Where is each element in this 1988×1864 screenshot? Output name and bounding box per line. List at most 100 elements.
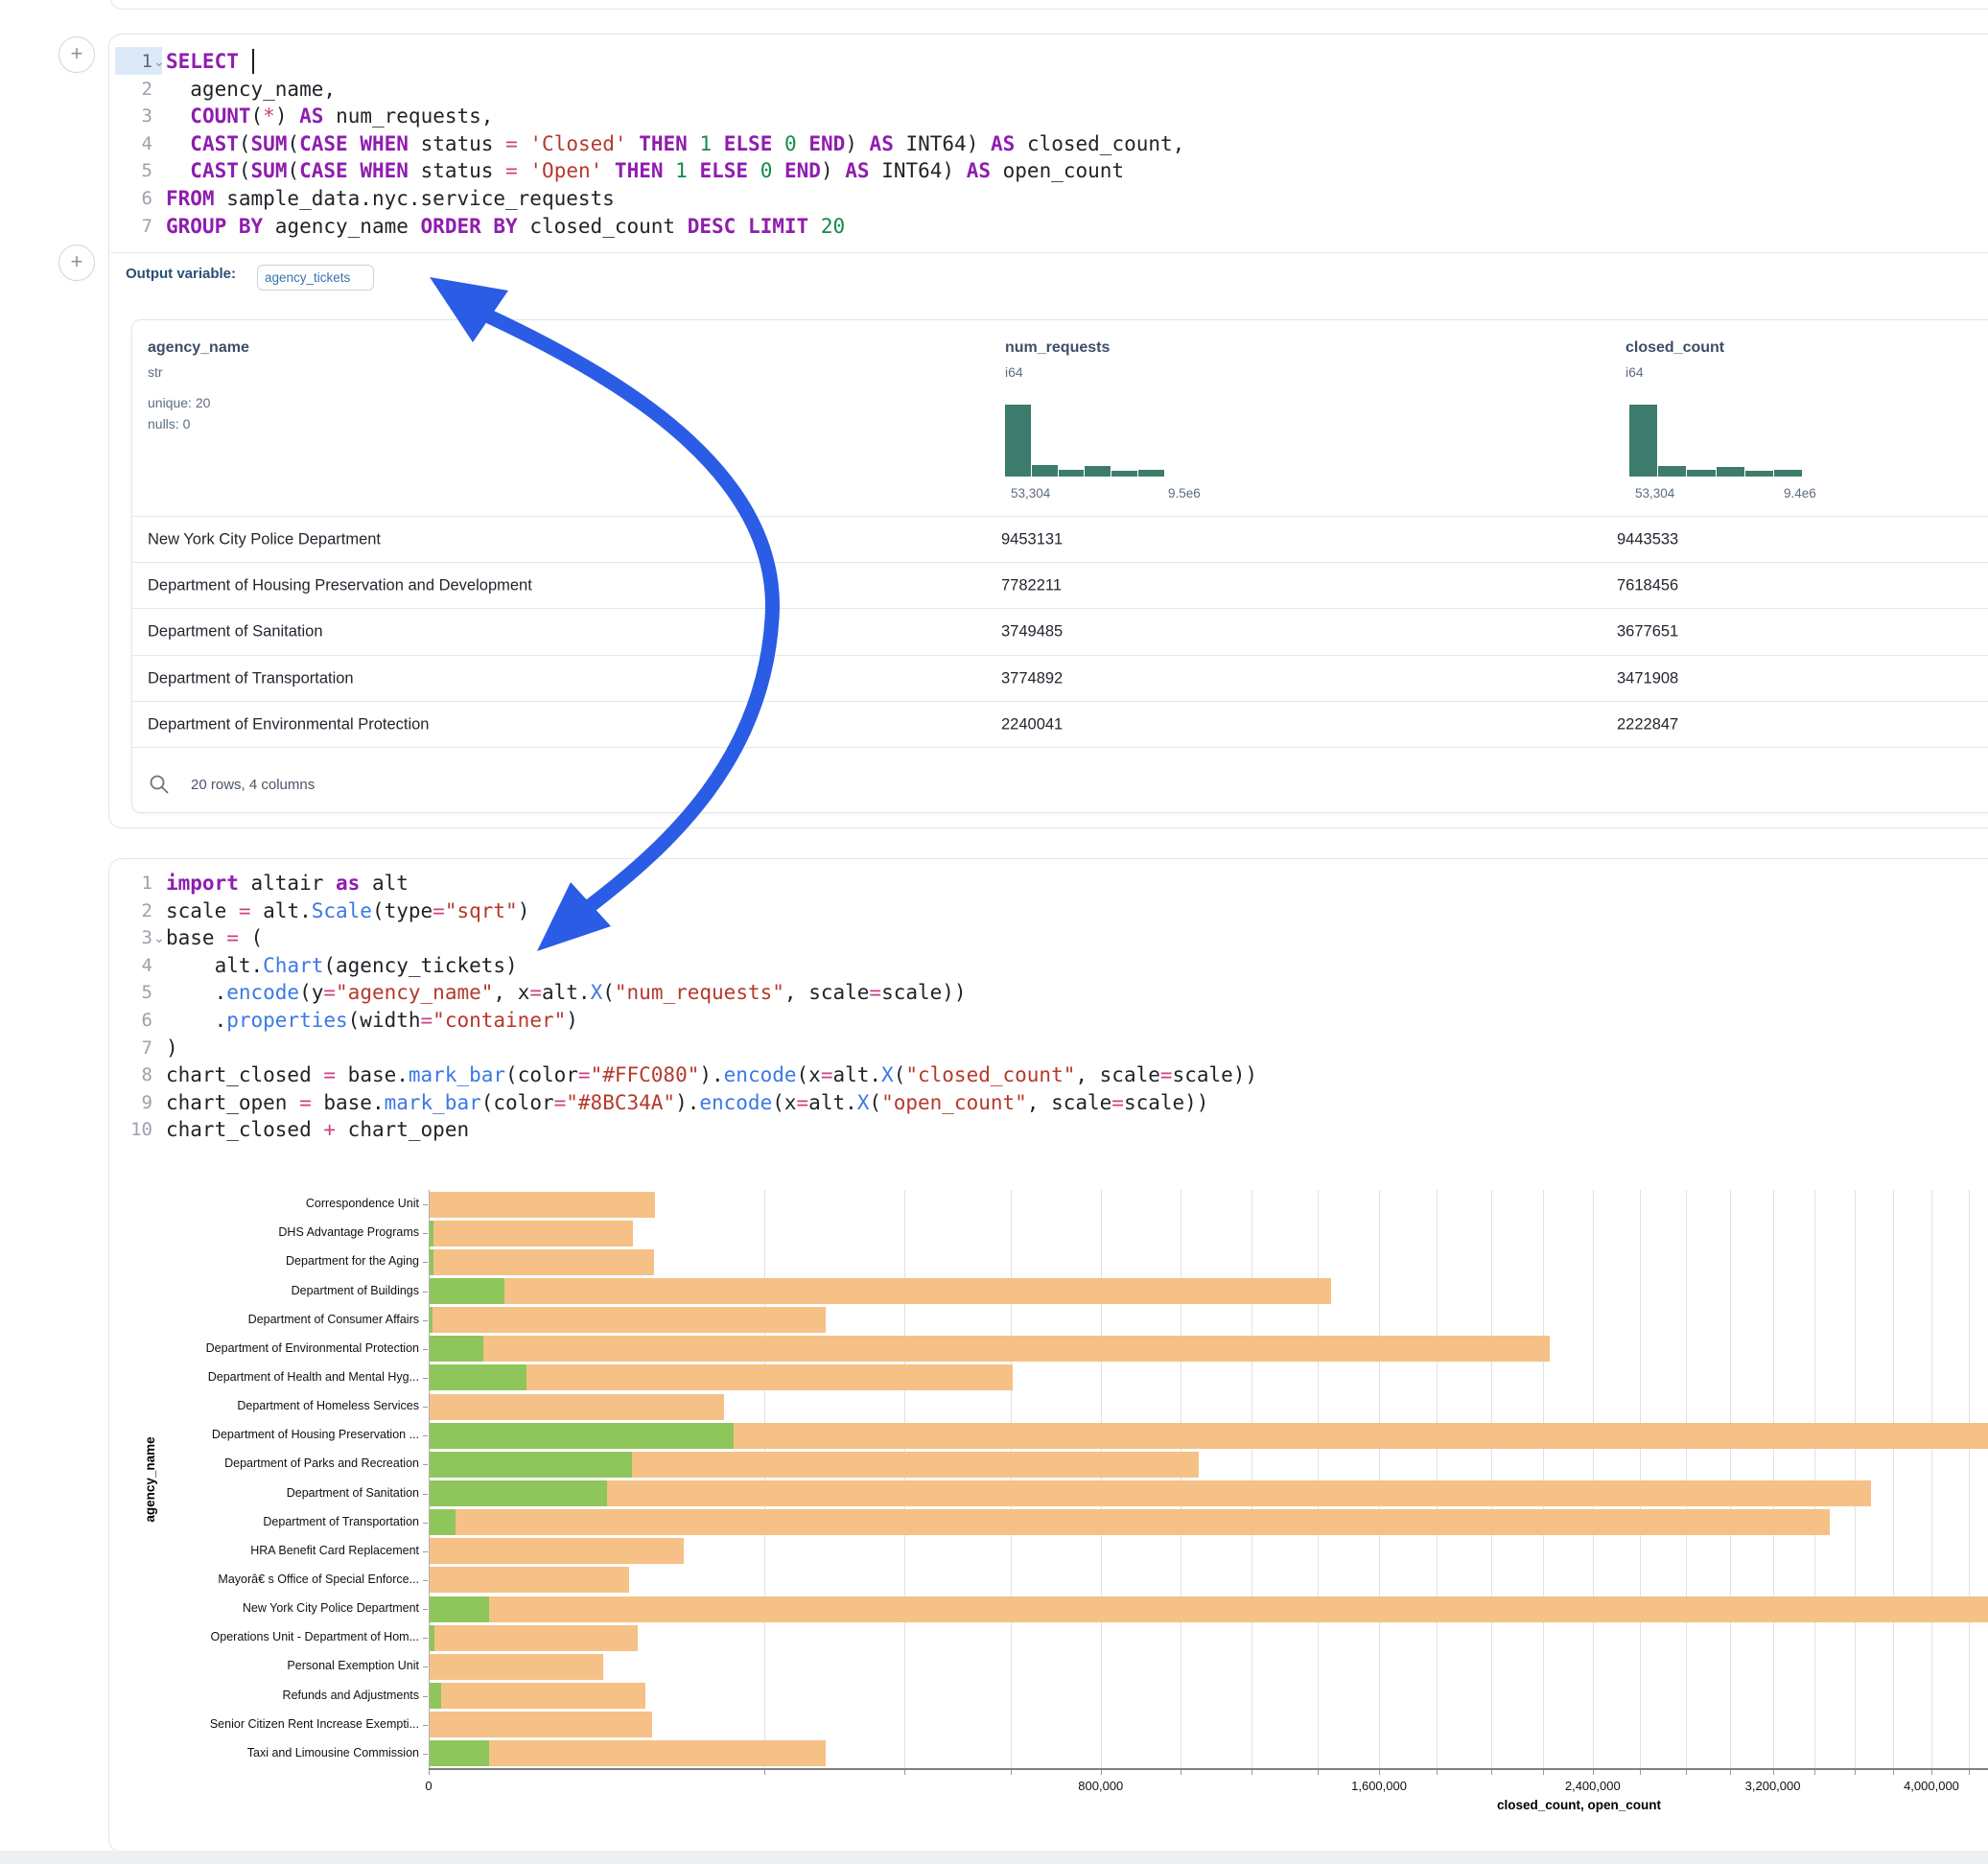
line-number: 4 [108, 952, 152, 979]
x-axis-tick [1969, 1770, 1970, 1775]
code-fold-chevron-icon[interactable]: ⌄ [153, 48, 165, 75]
search-icon[interactable] [148, 773, 171, 796]
code-line[interactable]: chart_closed = base.mark_bar(color="#FFC… [166, 1061, 1257, 1088]
line-number: 6 [108, 1007, 152, 1034]
histogram-bar [1111, 471, 1137, 477]
code-line[interactable]: CAST(SUM(CASE WHEN status = 'Open' THEN … [166, 157, 1124, 184]
table-row[interactable]: New York City Police Department945313194… [132, 516, 1988, 563]
y-axis-tick [423, 1725, 428, 1726]
x-axis-tick [1318, 1770, 1319, 1775]
sql-cell: 1⌄SELECT 2 agency_name,3 COUNT(*) AS num… [108, 34, 1988, 828]
line-number: 2 [108, 76, 152, 103]
cell-divider [110, 252, 1988, 253]
bar-open [430, 1364, 526, 1390]
code-line[interactable]: alt.Chart(agency_tickets) [166, 952, 518, 979]
bar-closed [430, 1538, 684, 1564]
table-row[interactable]: Department of Transportation 3774892 34719… [132, 655, 1988, 702]
column-type-closed-count: i64 [1625, 364, 1644, 380]
code-line[interactable]: base = ( [166, 924, 263, 951]
x-axis-line [429, 1768, 1988, 1770]
code-line[interactable]: scale = alt.Scale(type="sqrt") [166, 897, 529, 924]
code-line[interactable]: chart_open = base.mark_bar(color="#8BC34… [166, 1089, 1208, 1116]
bar-closed [430, 1336, 1550, 1362]
y-axis-label: Department of Transportation [122, 1515, 419, 1528]
code-line[interactable]: import altair as alt [166, 870, 409, 897]
histogram-bar [1745, 471, 1773, 477]
line-number: 2 [108, 897, 152, 924]
table-body: New York City Police Department945313194… [132, 516, 1988, 747]
gridline [1893, 1190, 1894, 1768]
code-line[interactable]: FROM sample_data.nyc.service_requests [166, 185, 615, 212]
gridline [1730, 1190, 1731, 1768]
line-number: 1 [108, 48, 152, 75]
num-requests-cell: 3774892 [1001, 669, 1063, 687]
line-number: 6 [108, 185, 152, 212]
gridline [1969, 1190, 1970, 1768]
y-axis-label: Department of Sanitation [122, 1486, 419, 1500]
code-line[interactable]: COUNT(*) AS num_requests, [166, 103, 493, 129]
code-line[interactable]: agency_name, [166, 76, 336, 103]
x-axis-tick [1773, 1770, 1774, 1775]
code-line[interactable]: CAST(SUM(CASE WHEN status = 'Closed' THE… [166, 130, 1184, 157]
gridline [1101, 1190, 1102, 1768]
bar-closed [430, 1394, 724, 1420]
python-code-editor[interactable]: 1 import altair as alt 2 scale = alt.Scale(… [109, 859, 1988, 1147]
y-axis-label: Correspondence Unit [122, 1197, 419, 1210]
code-line[interactable]: SELECT [166, 48, 251, 75]
agency-name-cell: Department of Transportation [148, 669, 354, 687]
y-axis-tick [423, 1666, 428, 1667]
sql-code-editor[interactable]: 1⌄SELECT 2 agency_name,3 COUNT(*) AS num… [109, 35, 1988, 252]
x-axis-tick [1931, 1770, 1932, 1775]
bar-closed [430, 1596, 1988, 1622]
agency-name-cell: New York City Police Department [148, 531, 381, 549]
histogram-bar [1658, 466, 1686, 477]
bar-closed [430, 1740, 826, 1766]
code-line[interactable]: .encode(y="agency_name", x=alt.X("num_re… [166, 979, 967, 1006]
code-line[interactable]: GROUP BY agency_name ORDER BY closed_cou… [166, 213, 845, 240]
gridline [1251, 1190, 1252, 1768]
code-line[interactable]: chart_closed + chart_open [166, 1116, 469, 1143]
code-line[interactable]: ) [166, 1035, 178, 1061]
bar-open [430, 1423, 734, 1449]
y-axis-tick [423, 1580, 428, 1581]
x-axis-tick-label: 1,600,000 [1351, 1779, 1407, 1793]
gridline [1437, 1190, 1438, 1768]
line-number: 5 [108, 157, 152, 184]
x-axis-title: closed_count, open_count [1497, 1798, 1661, 1812]
histogram-min-num-requests: 53,304 [1011, 486, 1050, 501]
table-row[interactable]: Department of Environmental Protection22… [132, 701, 1988, 748]
histogram-bar [1687, 470, 1715, 477]
y-axis-label: Refunds and Adjustments [122, 1689, 419, 1702]
y-axis-title: agency_name [143, 1436, 157, 1522]
bar-open [430, 1625, 434, 1651]
output-variable-tag[interactable]: agency_tickets [257, 265, 374, 291]
bar-closed [430, 1712, 652, 1737]
bar-open [430, 1307, 433, 1333]
gridline [1855, 1190, 1856, 1768]
gridline [1011, 1190, 1012, 1768]
x-axis-tick-label: 4,000,000 [1904, 1779, 1959, 1793]
add-cell-button-middle[interactable]: + [58, 245, 95, 281]
num-requests-cell: 2240041 [1001, 715, 1063, 734]
histogram-bar [1005, 405, 1031, 477]
line-number: 1 [108, 870, 152, 897]
add-cell-button-top[interactable]: + [58, 36, 95, 73]
bar-open [430, 1740, 489, 1766]
code-fold-chevron-icon[interactable]: ⌄ [153, 924, 165, 951]
closed-count-cell: 3471908 [1617, 669, 1678, 687]
table-row[interactable]: Department of Sanitation37494853677651 [132, 608, 1988, 655]
y-axis-label: Department of Parks and Recreation [122, 1456, 419, 1470]
code-line[interactable]: .properties(width="container") [166, 1007, 578, 1034]
y-axis-label: Department of Housing Preservation ... [122, 1428, 419, 1441]
altair-chart: Correspondence Unit DHS Advantage Program… [109, 1147, 1988, 1852]
x-axis-tick [1251, 1770, 1252, 1775]
histogram-bar [1717, 467, 1744, 478]
y-axis-label: Personal Exemption Unit [122, 1659, 419, 1672]
y-axis-label: DHS Advantage Programs [122, 1225, 419, 1239]
column-unique-count: unique: 20 [148, 395, 210, 410]
x-axis-tick [1101, 1770, 1102, 1775]
table-row[interactable]: Department of Housing Preservation and D… [132, 562, 1988, 609]
bar-closed [430, 1654, 603, 1680]
y-axis-tick [423, 1609, 428, 1610]
x-axis-tick [1437, 1770, 1438, 1775]
